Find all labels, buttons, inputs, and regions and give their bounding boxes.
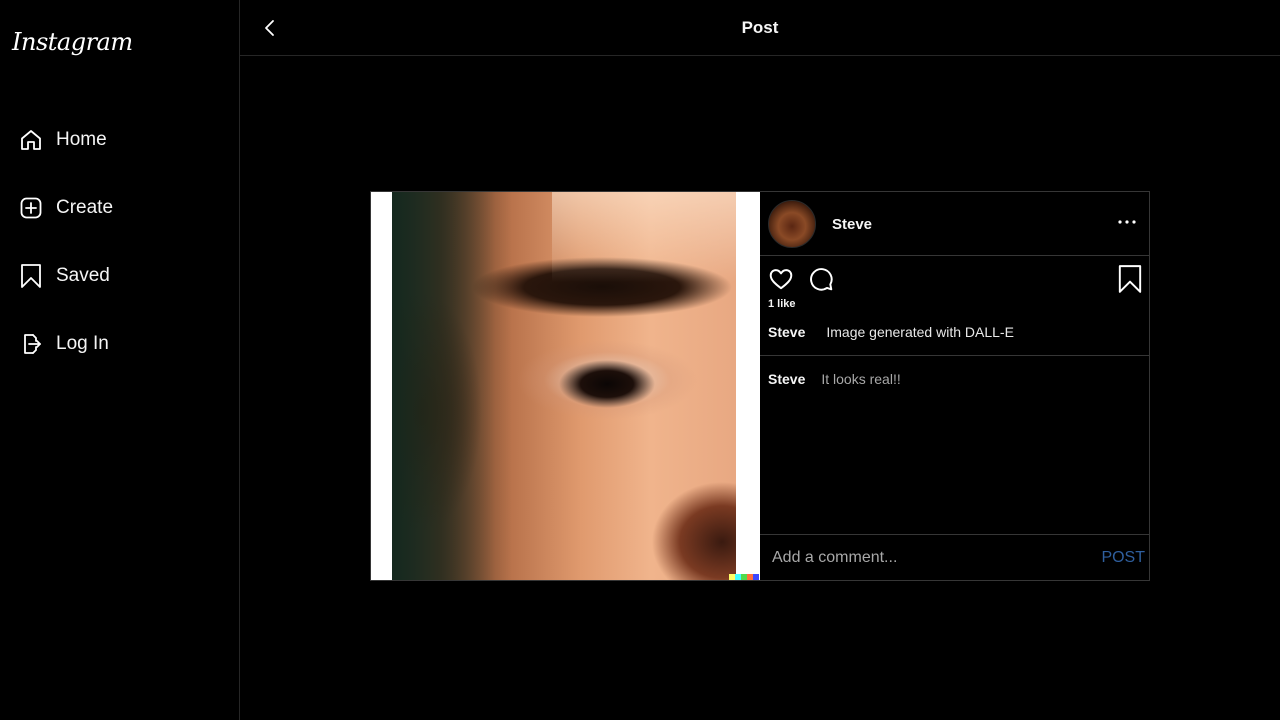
sidebar-item-saved[interactable]: Saved <box>18 258 110 294</box>
comment-username[interactable]: Steve <box>768 371 805 387</box>
comment-icon <box>810 268 833 291</box>
comment-button[interactable] <box>808 266 834 292</box>
page-title: Post <box>741 18 779 37</box>
like-button[interactable] <box>768 266 794 292</box>
post-author[interactable]: Steve <box>832 216 872 233</box>
comment-input[interactable] <box>772 545 1092 571</box>
sidebar-item-login[interactable]: Log In <box>18 326 109 362</box>
sidebar-item-create[interactable]: Create <box>18 190 113 226</box>
post-image[interactable] <box>371 192 760 580</box>
bookmark-icon <box>18 263 44 289</box>
instagram-logo[interactable]: Instagram <box>12 28 133 56</box>
post-comment-button[interactable]: POST <box>1101 549 1145 567</box>
sidebar-item-label: Home <box>56 129 107 150</box>
comment-text: It looks real!! <box>821 371 901 387</box>
likes-count[interactable]: 1 like <box>768 298 796 310</box>
sidebar-item-label: Saved <box>56 265 110 286</box>
more-icon <box>1118 220 1136 224</box>
sidebar: Instagram Home Create Saved Log In <box>0 0 240 720</box>
sidebar-item-label: Log In <box>56 333 109 354</box>
sidebar-item-home[interactable]: Home <box>18 122 107 158</box>
post-details: Steve 1 like Steve Image generated with … <box>760 192 1149 580</box>
home-icon <box>18 127 44 153</box>
dalle-color-swatch <box>753 574 759 580</box>
comments-list: Steve It looks real!! <box>760 356 1149 534</box>
caption-text: Image generated with DALL-E <box>826 324 1014 340</box>
comment-item: Steve It looks real!! <box>768 371 901 387</box>
caption-username[interactable]: Steve <box>768 324 805 340</box>
post-header: Steve <box>760 192 1149 256</box>
save-button[interactable] <box>1117 264 1143 294</box>
post-caption: Steve Image generated with DALL-E <box>768 324 1014 340</box>
plus-square-icon <box>18 195 44 221</box>
post-actions: 1 like Steve Image generated with DALL-E <box>760 256 1149 356</box>
top-bar: Post <box>240 0 1280 56</box>
more-options-button[interactable] <box>1115 212 1139 232</box>
bookmark-icon <box>1118 265 1142 293</box>
sidebar-item-label: Create <box>56 197 114 218</box>
heart-icon <box>769 269 793 290</box>
avatar[interactable] <box>768 200 816 248</box>
login-icon <box>18 331 44 357</box>
add-comment-bar: POST <box>760 534 1149 580</box>
dalle-watermark <box>729 574 759 580</box>
post-photo <box>392 192 736 580</box>
post-card: Steve 1 like Steve Image generated with … <box>370 191 1150 581</box>
